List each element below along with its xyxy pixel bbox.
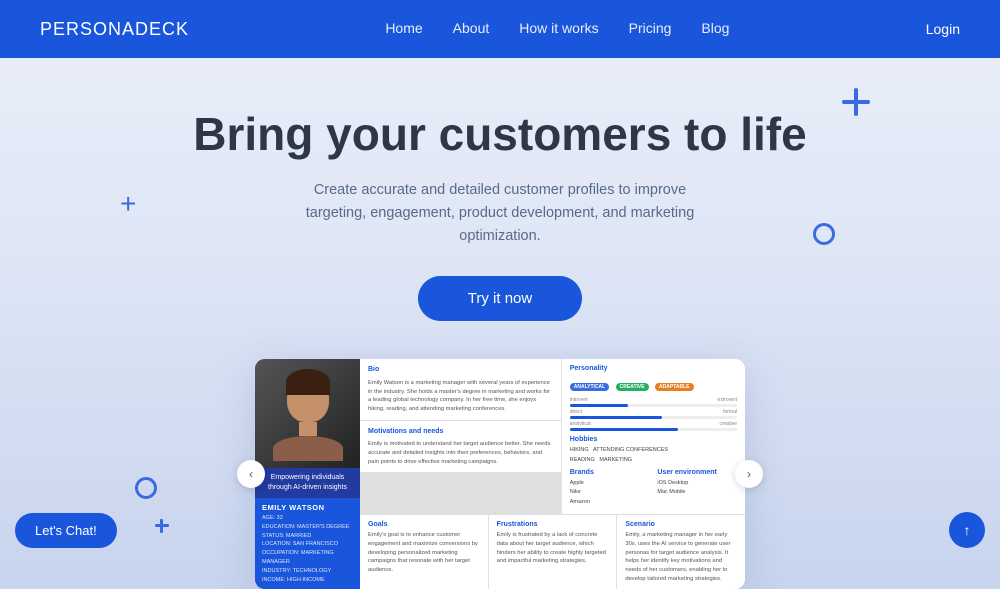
tag-creative: CREATIVE	[616, 383, 649, 391]
goals-text: Emily's goal is to enhance customer enga…	[368, 531, 480, 574]
persona-card-preview: ‹ › Empowering individuals through AI-dr…	[255, 359, 745, 589]
carousel-next-button[interactable]: ›	[735, 460, 763, 488]
bio-title: Bio	[368, 365, 553, 376]
card-frustrations-panel: Frustrations Emily is frustrated by a la…	[489, 515, 617, 589]
card-tagline: Empowering individuals through AI-driven…	[255, 468, 360, 498]
deco-cross-icon	[842, 88, 870, 116]
user-env-section: User environment iOS Desktop Mac Mobile	[657, 469, 737, 507]
nav-about[interactable]: About	[453, 20, 490, 36]
brands-section: Brands Apple Nike Amazon	[570, 469, 650, 507]
frustrations-text: Emily is frustrated by a lack of concret…	[497, 531, 609, 566]
logo-bold: PERSONA	[40, 19, 135, 39]
nav-how-it-works[interactable]: How it works	[519, 20, 598, 36]
hero-subtitle: Create accurate and detailed customer pr…	[285, 179, 715, 249]
motiv-title: Motivations and needs	[368, 427, 553, 438]
card-photo-panel: Empowering individuals through AI-driven…	[255, 359, 360, 589]
persona-card: Empowering individuals through AI-driven…	[255, 359, 745, 589]
card-top-row: Bio Emily Watson is a marketing manager …	[360, 359, 745, 514]
trait-direct: directformal	[570, 409, 737, 419]
card-person-name: EMILY WATSON	[262, 503, 353, 512]
logo-light: DECK	[135, 19, 189, 39]
hero-title: Bring your customers to life	[193, 108, 806, 161]
card-photo	[255, 359, 360, 468]
nav-home[interactable]: Home	[385, 20, 422, 36]
goals-title: Goals	[368, 521, 480, 528]
hero-section: + Bring your customers to life Create ac…	[0, 58, 1000, 589]
tag-adaptable: ADAPTABLE	[655, 383, 693, 391]
card-personality-panel: Personality ANALYTICAL CREATIVE ADAPTABL…	[562, 359, 745, 514]
personality-tags: ANALYTICAL CREATIVE ADAPTABLE	[570, 375, 737, 393]
navbar: PERSONADECK Home About How it works Pric…	[0, 0, 1000, 58]
hobbies-title: Hobbies	[570, 436, 737, 443]
bio-text: Emily Watson is a marketing manager with…	[368, 379, 553, 414]
user-env-title: User environment	[657, 469, 737, 476]
deco-plus-icon: +	[120, 188, 136, 220]
chat-button[interactable]: Let's Chat!	[15, 513, 117, 548]
carousel-prev-button[interactable]: ‹	[237, 460, 265, 488]
card-scenario-panel: Scenario Emily, a marketing manager in h…	[617, 515, 745, 589]
hobbies-list: HIKING ATTENDING CONFERENCES READING MAR…	[570, 446, 737, 465]
scenario-title: Scenario	[625, 521, 737, 528]
card-top-left: Bio Emily Watson is a marketing manager …	[360, 359, 561, 514]
nav-pricing[interactable]: Pricing	[629, 20, 672, 36]
trait-analytical: analyticalcreative	[570, 421, 737, 431]
motiv-text: Emily is motivated to understand her tar…	[368, 440, 553, 466]
card-bio-panel: Bio Emily Watson is a marketing manager …	[360, 359, 561, 419]
try-it-now-button[interactable]: Try it now	[418, 276, 582, 321]
card-name-section: EMILY WATSON AGE: 32 EDUCATION: MASTER'S…	[255, 498, 360, 589]
brands-userenv-row: Brands Apple Nike Amazon User environmen…	[570, 469, 737, 507]
deco-circle-icon-2	[135, 477, 157, 499]
hobbies-section: Hobbies HIKING ATTENDING CONFERENCES REA…	[570, 436, 737, 465]
scroll-top-icon: ↑	[964, 522, 971, 538]
user-env-list: iOS Desktop Mac Mobile	[657, 479, 737, 498]
deco-circle-icon-1	[813, 223, 835, 245]
scroll-top-button[interactable]: ↑	[949, 512, 985, 548]
card-person-details: AGE: 32 EDUCATION: MASTER'S DEGREE STATU…	[262, 514, 353, 584]
card-motivations-panel: Motivations and needs Emily is motivated…	[360, 421, 561, 473]
brands-list: Apple Nike Amazon	[570, 479, 650, 507]
logo: PERSONADECK	[40, 19, 189, 40]
card-goals-panel: Goals Emily's goal is to enhance custome…	[360, 515, 488, 589]
card-content: Bio Emily Watson is a marketing manager …	[360, 359, 745, 589]
scenario-text: Emily, a marketing manager in her early …	[625, 531, 737, 583]
trait-introvert: introvertextrovert	[570, 397, 737, 407]
brands-title: Brands	[570, 469, 650, 476]
nav-blog[interactable]: Blog	[701, 20, 729, 36]
card-bottom-row: Goals Emily's goal is to enhance custome…	[360, 515, 745, 589]
personality-title: Personality	[570, 365, 737, 372]
frustrations-title: Frustrations	[497, 521, 609, 528]
nav-login[interactable]: Login	[926, 21, 960, 37]
nav-links: Home About How it works Pricing Blog	[385, 20, 729, 38]
tag-analytical: ANALYTICAL	[570, 383, 609, 391]
